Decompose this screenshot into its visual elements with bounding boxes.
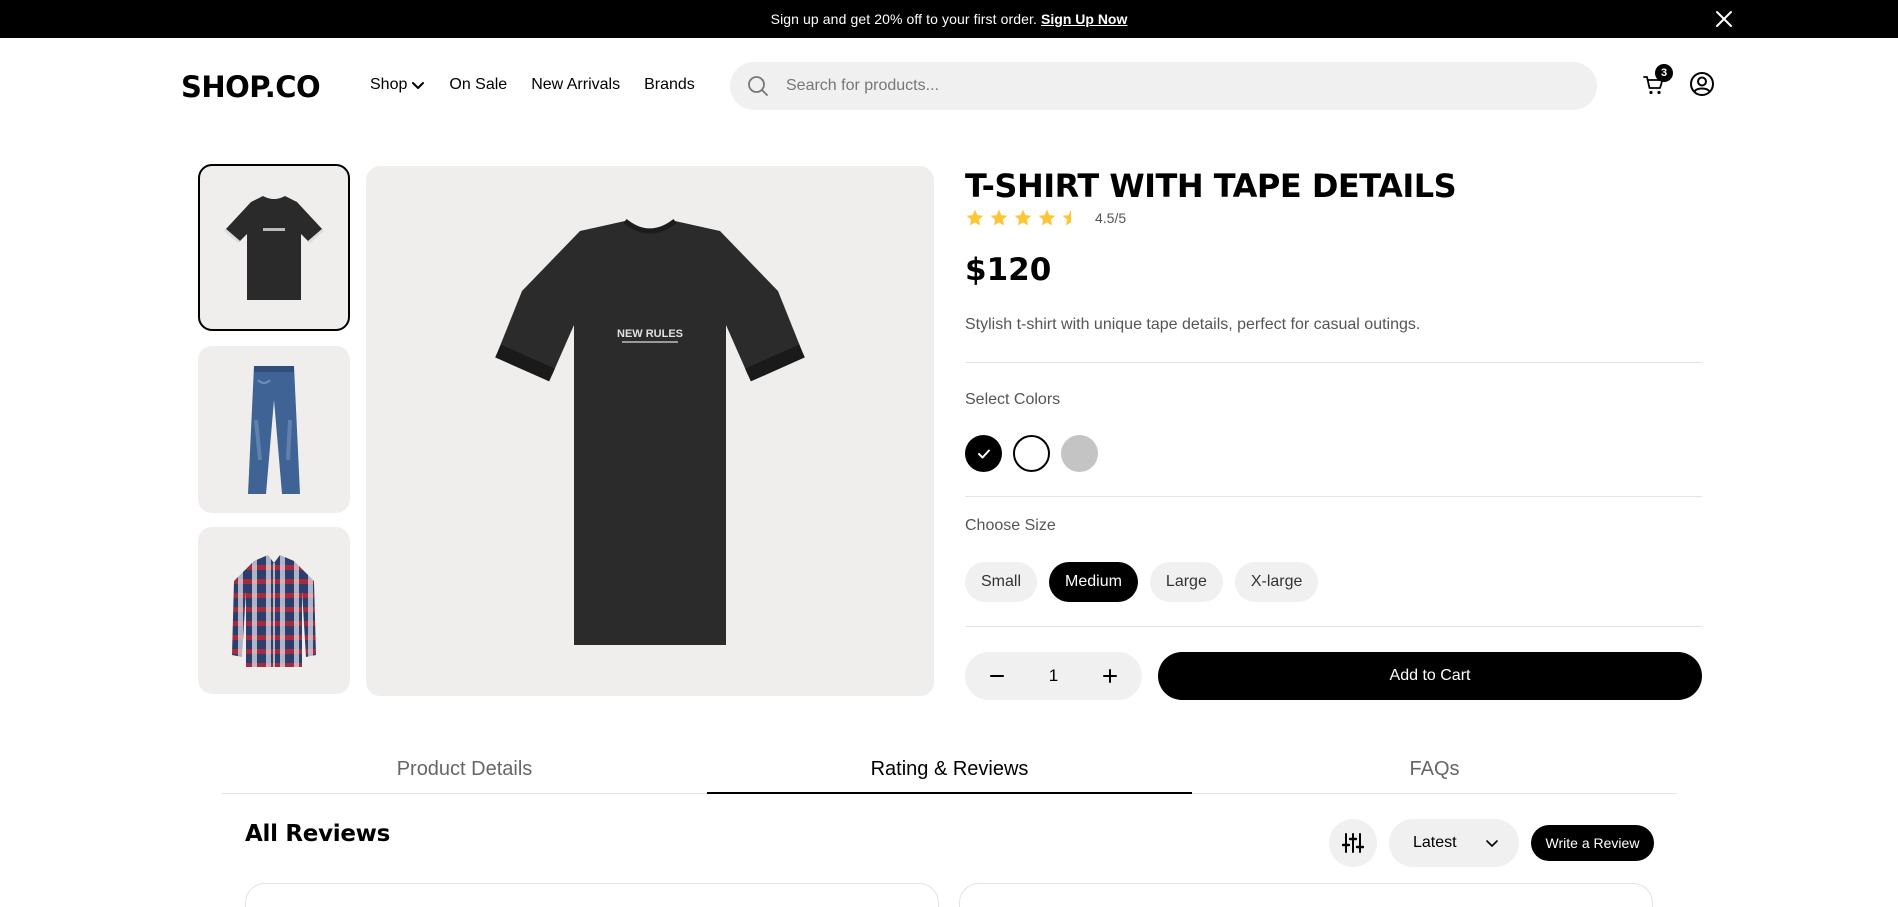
thumbnail-tshirt[interactable] [198, 164, 350, 331]
color-options [965, 435, 1098, 472]
jeans-image [248, 365, 300, 494]
divider [965, 362, 1702, 363]
search-bar[interactable] [730, 62, 1597, 110]
tab-product-details[interactable]: Product Details [222, 752, 707, 793]
divider [965, 626, 1702, 627]
promo-text: Sign up and get 20% off to your first or… [770, 11, 1038, 27]
increase-quantity-button[interactable] [1100, 666, 1120, 686]
tshirt-large-image: NEW RULES [495, 218, 805, 645]
search-icon [748, 76, 768, 96]
plaid-shirt-image [232, 554, 316, 667]
decrease-quantity-button[interactable] [987, 666, 1007, 686]
size-options: Small Medium Large X-large [965, 562, 1319, 602]
all-reviews-title: All Reviews [245, 821, 390, 847]
close-icon[interactable] [1714, 9, 1734, 29]
thumbnail-jeans[interactable] [198, 346, 350, 513]
minus-icon [990, 675, 1004, 677]
main-nav: Shop On Sale New Arrivals Brands [370, 76, 719, 94]
user-circle-icon [1690, 72, 1714, 96]
sign-up-link[interactable]: Sign Up Now [1041, 11, 1127, 27]
chevron-down-icon [412, 82, 425, 89]
filter-button[interactable] [1329, 819, 1377, 867]
tshirt-graphic-text: NEW RULES [617, 328, 683, 340]
choose-size-label: Choose Size [965, 517, 1056, 534]
star-icon [966, 209, 984, 226]
sort-value: Latest [1413, 834, 1457, 851]
size-medium[interactable]: Medium [1049, 562, 1138, 602]
size-large[interactable]: Large [1149, 562, 1223, 602]
search-input[interactable] [786, 77, 1546, 95]
rating-text: 4.5/5 [1095, 210, 1127, 226]
product-tabs: Product Details Rating & Reviews FAQs [222, 752, 1677, 794]
write-review-button[interactable]: Write a Review [1531, 825, 1654, 861]
chevron-down-icon [1486, 840, 1498, 847]
product-title: T-SHIRT WITH TAPE DETAILS [965, 167, 1457, 205]
product-price: $120 [965, 252, 1052, 288]
plus-icon [1103, 669, 1117, 683]
tab-rating-reviews[interactable]: Rating & Reviews [707, 752, 1192, 794]
sort-dropdown[interactable]: Latest [1389, 819, 1519, 867]
nav-brands[interactable]: Brands [644, 76, 695, 94]
nav-shop[interactable]: Shop [370, 76, 425, 94]
review-card [245, 883, 939, 907]
star-icon [1038, 209, 1056, 226]
check-icon [977, 449, 990, 458]
star-icon [1014, 209, 1032, 226]
cart-count-badge: 3 [1655, 64, 1673, 82]
size-x-large[interactable]: X-large [1234, 562, 1319, 602]
add-to-cart-button[interactable]: Add to Cart [1158, 652, 1702, 700]
site-header: SHOP.CO Shop On Sale New Arrivals Brands… [0, 38, 1898, 134]
divider [965, 496, 1702, 497]
half-star-icon [1062, 209, 1071, 226]
size-small[interactable]: Small [965, 562, 1038, 602]
color-swatch-white[interactable] [1013, 435, 1050, 472]
select-colors-label: Select Colors [965, 391, 1061, 408]
sliders-icon [1342, 833, 1364, 853]
product-description: Stylish t-shirt with unique tape details… [965, 316, 1421, 333]
review-card [959, 883, 1653, 907]
main-product-image: NEW RULES [366, 166, 934, 696]
nav-shop-label: Shop [370, 76, 408, 93]
nav-on-sale[interactable]: On Sale [449, 76, 507, 94]
profile-button[interactable] [1689, 71, 1715, 97]
color-swatch-black[interactable] [965, 435, 1002, 472]
logo[interactable]: SHOP.CO [181, 70, 321, 104]
star-icon [990, 209, 1008, 226]
color-swatch-gray[interactable] [1061, 435, 1098, 472]
cart-button[interactable]: 3 [1642, 64, 1673, 99]
promo-bar: Sign up and get 20% off to your first or… [0, 0, 1898, 38]
quantity-stepper: 1 [965, 652, 1142, 700]
tshirt-image [224, 195, 324, 300]
thumbnail-plaid-shirt[interactable] [198, 527, 350, 694]
quantity-value[interactable]: 1 [1049, 666, 1058, 686]
product-rating: 4.5/5 [965, 208, 1126, 228]
nav-new-arrivals[interactable]: New Arrivals [531, 76, 620, 94]
tab-faqs[interactable]: FAQs [1192, 752, 1677, 793]
